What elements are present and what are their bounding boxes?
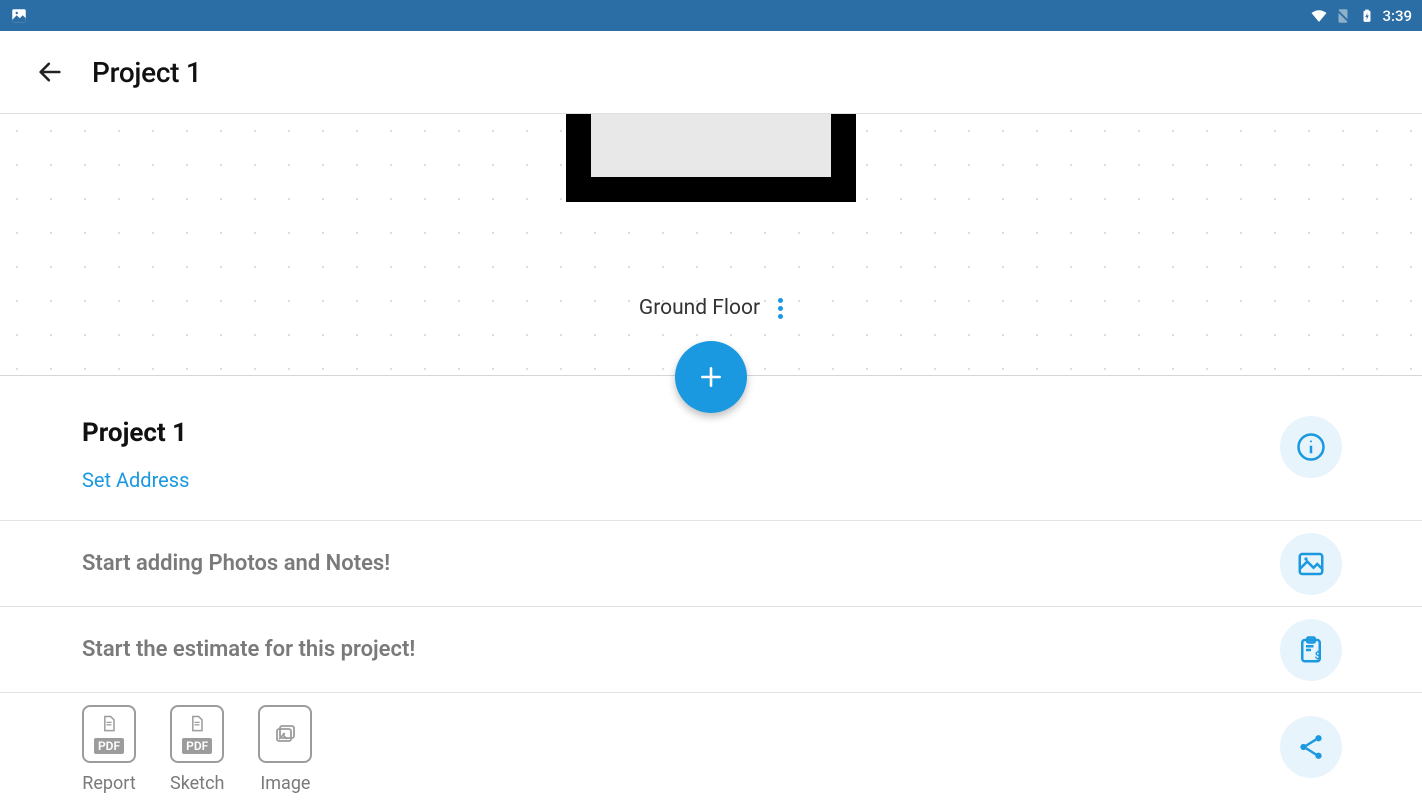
floor-sketch-thumbnail[interactable] <box>566 114 856 202</box>
photos-notes-row[interactable]: Start adding Photos and Notes! <box>0 521 1422 607</box>
export-report-button[interactable]: PDF Report <box>82 705 136 794</box>
export-report-label: Report <box>82 773 135 794</box>
project-name: Project 1 <box>82 418 1340 448</box>
images-icon <box>273 722 297 746</box>
document-icon <box>99 714 119 734</box>
floor-label: Ground Floor <box>639 296 760 320</box>
photos-notes-button[interactable] <box>1280 533 1342 595</box>
app-bar: Project 1 <box>0 31 1422 114</box>
estimate-prompt: Start the estimate for this project! <box>82 637 1340 662</box>
photos-notes-prompt: Start adding Photos and Notes! <box>82 551 1340 576</box>
project-info-button[interactable] <box>1280 416 1342 478</box>
pdf-badge: PDF <box>94 738 124 754</box>
app-bar-title: Project 1 <box>92 56 201 89</box>
battery-charging-icon <box>1358 7 1376 25</box>
gallery-notification-icon <box>10 7 28 25</box>
floor-plan-canvas[interactable]: Ground Floor <box>0 114 1422 376</box>
status-time: 3:39 <box>1382 7 1412 25</box>
no-sim-icon <box>1334 7 1352 25</box>
back-button[interactable] <box>36 58 64 86</box>
arrow-left-icon <box>36 58 64 86</box>
add-floor-fab[interactable] <box>675 341 747 413</box>
export-row: PDF Report PDF Sketch Image <box>0 693 1422 800</box>
floor-options-button[interactable] <box>778 298 783 319</box>
plus-icon <box>698 364 724 390</box>
estimate-button[interactable]: $ <box>1280 619 1342 681</box>
export-image-button[interactable]: Image <box>258 705 312 794</box>
status-bar: 3:39 <box>0 0 1422 31</box>
export-sketch-label: Sketch <box>170 773 224 794</box>
estimate-row[interactable]: Start the estimate for this project! $ <box>0 607 1422 693</box>
set-address-link[interactable]: Set Address <box>82 468 1340 492</box>
share-icon <box>1296 732 1326 762</box>
export-image-label: Image <box>260 773 310 794</box>
export-sketch-button[interactable]: PDF Sketch <box>170 705 224 794</box>
wifi-icon <box>1310 7 1328 25</box>
share-button[interactable] <box>1280 716 1342 778</box>
more-vertical-icon <box>778 298 783 303</box>
project-detail-panel: Project 1 Set Address Start adding Photo… <box>0 376 1422 800</box>
svg-text:$: $ <box>1315 648 1321 661</box>
image-icon <box>1296 549 1326 579</box>
document-icon <box>187 714 207 734</box>
info-icon <box>1296 432 1326 462</box>
pdf-badge: PDF <box>182 738 212 754</box>
clipboard-dollar-icon: $ <box>1296 635 1326 665</box>
